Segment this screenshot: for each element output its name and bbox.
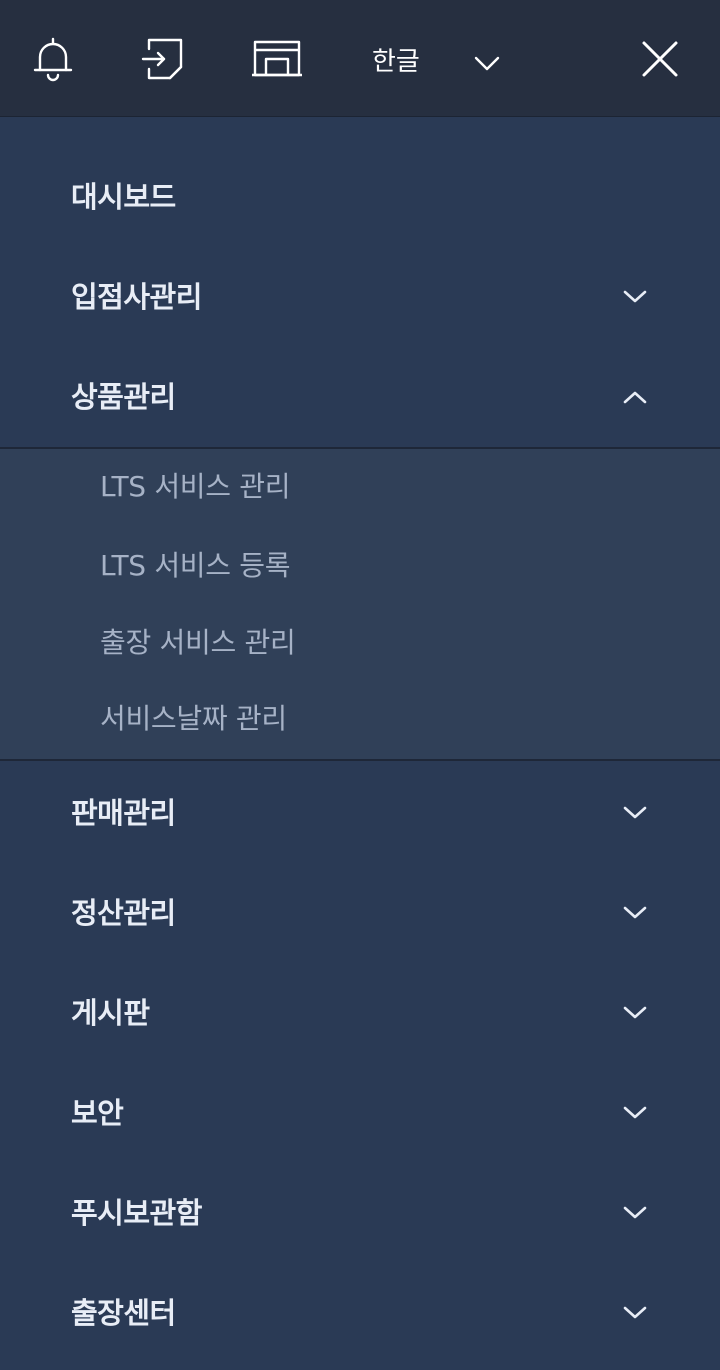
store-icon[interactable] bbox=[251, 38, 303, 80]
menu-item-sales-management[interactable]: 판매관리 bbox=[0, 763, 720, 863]
close-icon[interactable] bbox=[641, 40, 679, 78]
menu-item-label: 보안 bbox=[71, 1096, 124, 1130]
bell-icon[interactable] bbox=[30, 36, 76, 82]
menu-item-settlement-management[interactable]: 정산관리 bbox=[0, 863, 720, 963]
menu-item-dashboard[interactable]: 대시보드 bbox=[0, 147, 720, 247]
submenu-item-label: 출장 서비스 관리 bbox=[100, 626, 296, 659]
menu-item-board[interactable]: 게시판 bbox=[0, 963, 720, 1063]
product-submenu: LTS 서비스 관리 LTS 서비스 등록 출장 서비스 관리 서비스날짜 관리 bbox=[0, 447, 720, 761]
menu-item-business-trip-center[interactable]: 출장센터 bbox=[0, 1263, 720, 1363]
chevron-up-icon bbox=[622, 388, 648, 406]
menu-item-label: 푸시보관함 bbox=[71, 1196, 202, 1230]
menu-item-vendor-management[interactable]: 입점사관리 bbox=[0, 247, 720, 347]
chevron-down-icon bbox=[622, 288, 648, 306]
menu-item-label: 상품관리 bbox=[71, 380, 176, 414]
submenu-item-label: LTS 서비스 등록 bbox=[100, 549, 291, 582]
chevron-down-icon bbox=[622, 1304, 648, 1322]
menu-item-label: 정산관리 bbox=[71, 896, 176, 930]
menu-item-label: 대시보드 bbox=[71, 180, 176, 214]
submenu-item-label: 서비스날짜 관리 bbox=[100, 702, 287, 735]
submenu-item-lts-service-management[interactable]: LTS 서비스 관리 bbox=[0, 457, 720, 517]
menu-item-push-archive[interactable]: 푸시보관함 bbox=[0, 1163, 720, 1263]
chevron-down-icon bbox=[622, 904, 648, 922]
menu-item-label: 게시판 bbox=[71, 996, 150, 1030]
submenu-item-label: LTS 서비스 관리 bbox=[100, 470, 291, 503]
submenu-item-business-trip-service-management[interactable]: 출장 서비스 관리 bbox=[0, 613, 720, 673]
chevron-down-icon bbox=[622, 1204, 648, 1222]
menu-item-label: 판매관리 bbox=[71, 796, 176, 830]
menu-item-label: 출장센터 bbox=[71, 1296, 176, 1330]
top-bar: 한글 bbox=[0, 0, 720, 117]
chevron-down-icon bbox=[622, 804, 648, 822]
menu-item-label: 입점사관리 bbox=[71, 280, 202, 314]
menu-item-security[interactable]: 보안 bbox=[0, 1063, 720, 1163]
chevron-down-icon bbox=[622, 1004, 648, 1022]
submenu-item-service-date-management[interactable]: 서비스날짜 관리 bbox=[0, 689, 720, 749]
language-selector[interactable]: 한글 bbox=[372, 45, 420, 79]
chevron-down-icon[interactable] bbox=[472, 50, 502, 76]
login-icon[interactable] bbox=[140, 37, 186, 81]
menu-item-product-management[interactable]: 상품관리 bbox=[0, 347, 720, 447]
chevron-down-icon bbox=[622, 1104, 648, 1122]
submenu-item-lts-service-registration[interactable]: LTS 서비스 등록 bbox=[0, 536, 720, 596]
